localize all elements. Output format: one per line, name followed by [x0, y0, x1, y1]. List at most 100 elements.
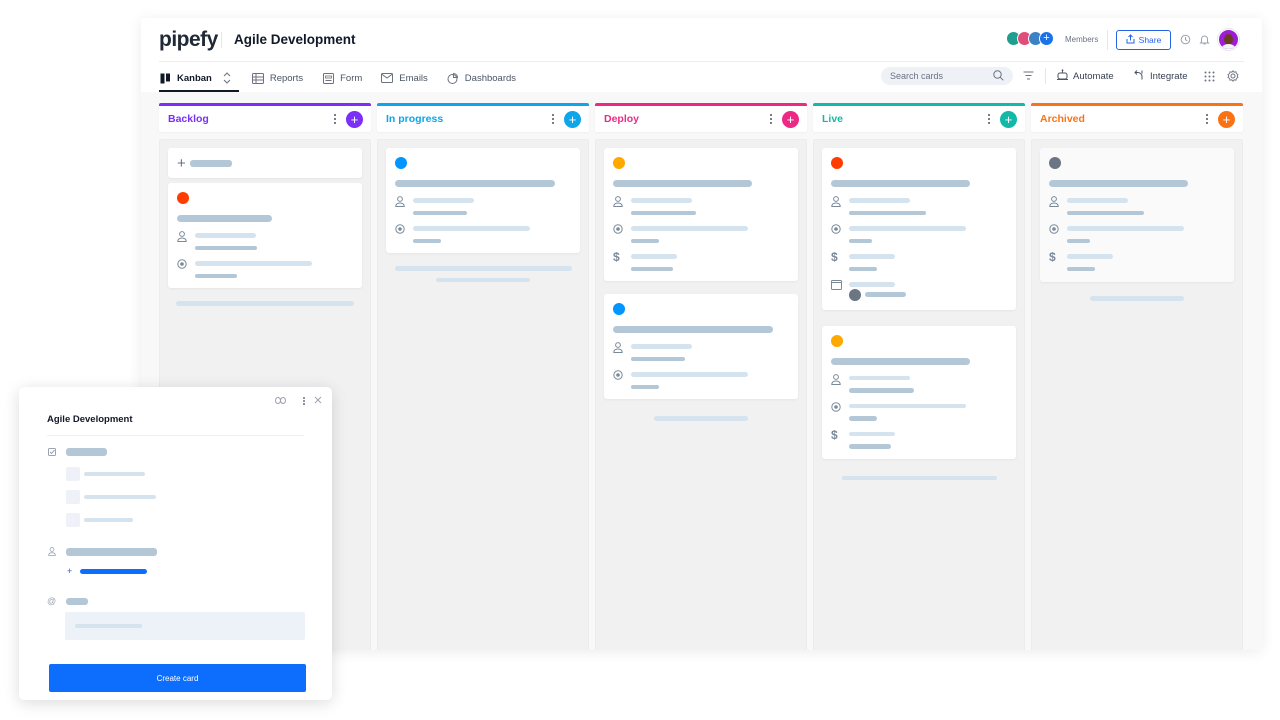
- phase-header: Live +: [813, 103, 1025, 132]
- phase-title[interactable]: Backlog: [168, 113, 209, 125]
- filter-button[interactable]: [1023, 71, 1034, 83]
- placeholder-text: [195, 261, 312, 266]
- placeholder-text: [631, 344, 692, 349]
- placeholder-text: [849, 226, 966, 231]
- assignee-icon: [48, 547, 56, 558]
- tab-label: Form: [340, 72, 363, 84]
- assignee-icon: [613, 196, 631, 215]
- card-title-placeholder: [395, 180, 555, 187]
- card[interactable]: $: [822, 148, 1016, 310]
- radio-icon: [613, 224, 631, 243]
- placeholder-text: [849, 254, 895, 259]
- checkbox[interactable]: [66, 513, 80, 527]
- tab-reports[interactable]: Reports: [251, 64, 303, 92]
- add-card-icon[interactable]: +: [346, 110, 363, 128]
- tab-label: Kanban: [177, 72, 212, 84]
- placeholder-text: [1067, 226, 1184, 231]
- add-card-icon[interactable]: +: [1000, 110, 1017, 128]
- placeholder-text: [849, 431, 895, 436]
- add-card-icon[interactable]: +: [782, 110, 799, 128]
- add-member-icon[interactable]: +: [1039, 31, 1054, 46]
- placeholder-text: [394, 266, 572, 271]
- history-icon[interactable]: [1179, 34, 1191, 46]
- members-label[interactable]: Members: [1065, 35, 1098, 44]
- card[interactable]: [168, 183, 362, 288]
- more-options-icon[interactable]: [333, 113, 337, 125]
- placeholder-text: [1067, 266, 1095, 271]
- phase-title[interactable]: Archived: [1040, 113, 1085, 125]
- members-avatars[interactable]: +: [1006, 31, 1054, 46]
- placeholder-text: [654, 416, 748, 421]
- close-icon[interactable]: [314, 396, 322, 406]
- assignee-icon: [1049, 196, 1067, 215]
- bell-icon[interactable]: [1198, 34, 1210, 46]
- chevron-updown-icon[interactable]: [221, 72, 233, 84]
- divider: [1107, 30, 1108, 50]
- tab-dashboards[interactable]: Dashboards: [447, 64, 516, 92]
- field-label-placeholder: [66, 548, 157, 556]
- checkbox[interactable]: [66, 467, 80, 481]
- placeholder-text: [631, 238, 659, 243]
- assignee-icon: [613, 342, 631, 361]
- settings-button[interactable]: [1227, 70, 1239, 85]
- placeholder-text: [849, 444, 891, 449]
- tab-label: Dashboards: [464, 72, 517, 84]
- phase-body: $: [1031, 139, 1243, 650]
- placeholder-text: [413, 238, 441, 243]
- new-card-button[interactable]: +: [168, 148, 362, 178]
- more-options-icon[interactable]: [303, 397, 305, 405]
- calendar-icon: [831, 280, 849, 301]
- share-button[interactable]: Share: [1116, 30, 1171, 50]
- phase-title[interactable]: Deploy: [604, 113, 639, 125]
- option-placeholder: [84, 495, 156, 499]
- card[interactable]: $: [822, 325, 1016, 459]
- placeholder-text: [849, 198, 910, 203]
- phase-header: Deploy +: [595, 103, 807, 132]
- phase-title[interactable]: Live: [822, 113, 843, 125]
- more-options-icon[interactable]: [987, 113, 991, 125]
- automate-button[interactable]: Automate: [1057, 69, 1114, 83]
- divider: [221, 32, 222, 48]
- placeholder-text: [631, 210, 696, 215]
- placeholder-text: [1067, 238, 1090, 243]
- divider: [47, 435, 304, 436]
- card[interactable]: [604, 294, 798, 399]
- tab-kanban[interactable]: Kanban: [159, 64, 239, 92]
- tab-emails[interactable]: Emails: [381, 64, 428, 92]
- add-assignee-link[interactable]: [80, 569, 147, 574]
- placeholder-text: [631, 356, 685, 361]
- link-icon[interactable]: [275, 396, 286, 406]
- tab-form[interactable]: Form: [322, 64, 362, 92]
- phase-archived: Archived + $: [1031, 103, 1243, 650]
- placeholder-text: [413, 226, 530, 231]
- placeholder-text: [865, 292, 906, 297]
- plus-icon[interactable]: +: [67, 566, 72, 576]
- card[interactable]: $: [604, 148, 798, 281]
- create-card-button[interactable]: Create card: [49, 664, 306, 692]
- checkbox[interactable]: [66, 490, 80, 504]
- user-avatar[interactable]: [1218, 29, 1239, 50]
- more-options-icon[interactable]: [769, 113, 773, 125]
- apps-grid-button[interactable]: [1204, 71, 1215, 85]
- table-icon: [251, 72, 264, 84]
- phase-in-progress: In progress +: [377, 103, 589, 650]
- form-icon: [322, 72, 334, 84]
- more-options-icon[interactable]: [551, 113, 555, 125]
- search-cards-input[interactable]: Search cards: [881, 67, 1013, 85]
- integrate-button[interactable]: Integrate: [1134, 69, 1188, 83]
- pipefy-logo[interactable]: pipefy: [159, 28, 218, 52]
- phase-title[interactable]: In progress: [386, 113, 443, 125]
- card[interactable]: [386, 148, 580, 253]
- placeholder-text: [631, 384, 659, 389]
- view-tabs: Kanban Reports Form Emails Dashboards: [159, 64, 535, 92]
- add-card-icon[interactable]: +: [564, 110, 581, 128]
- phase-header: Archived +: [1031, 103, 1243, 132]
- placeholder-text: [195, 245, 257, 250]
- card[interactable]: $: [1040, 148, 1234, 282]
- label-dot: [831, 334, 843, 347]
- add-card-icon[interactable]: +: [1218, 110, 1235, 128]
- field-label-placeholder: [66, 598, 88, 605]
- placeholder-text: [849, 388, 914, 393]
- more-options-icon[interactable]: [1205, 113, 1209, 125]
- radio-icon: [395, 224, 413, 243]
